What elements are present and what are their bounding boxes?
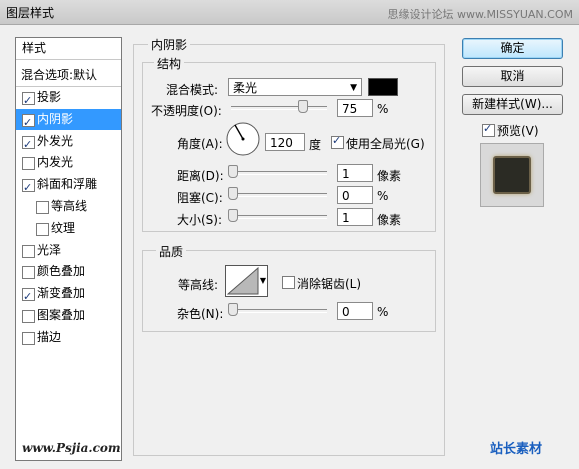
opacity-unit: % xyxy=(377,102,389,116)
angle-unit: 度 xyxy=(309,138,322,152)
noise-slider[interactable] xyxy=(231,309,327,313)
style-item-label: 外发光 xyxy=(37,133,74,148)
style-item[interactable]: 渐变叠加 xyxy=(16,283,121,307)
structure-title: 结构 xyxy=(154,55,185,72)
size-slider[interactable] xyxy=(231,215,327,219)
contour-label: 等高线: xyxy=(178,278,219,292)
chevron-down-icon: ▼ xyxy=(350,83,357,93)
styles-list: 样式 混合选项:默认 投影内阴影外发光内发光斜面和浮雕等高线纹理光泽颜色叠加渐变… xyxy=(15,37,122,461)
choke-label: 阻塞(C): xyxy=(177,191,223,205)
style-item[interactable]: 纹理 xyxy=(16,218,121,239)
blend-mode-value: 柔光 xyxy=(233,81,258,95)
distance-field[interactable]: 1 xyxy=(337,164,373,182)
style-item-label: 渐变叠加 xyxy=(37,286,86,301)
ok-button[interactable]: 确定 xyxy=(462,38,563,59)
style-item-checkbox[interactable] xyxy=(22,331,35,345)
style-item-checkbox[interactable] xyxy=(22,112,35,133)
antialias-label: 消除锯齿(L) xyxy=(297,277,362,291)
size-field[interactable]: 1 xyxy=(337,208,373,226)
preview-checkbox[interactable] xyxy=(482,122,495,137)
contour-picker[interactable]: ▼ xyxy=(225,265,268,297)
noise-unit: % xyxy=(377,305,389,319)
choke-field[interactable]: 0 xyxy=(337,186,373,204)
noise-slider-thumb[interactable] xyxy=(228,303,238,316)
style-item-checkbox[interactable] xyxy=(22,157,35,171)
distance-label: 距离(D): xyxy=(177,169,224,183)
footer-logo: 站长素材 xyxy=(490,442,543,457)
size-unit: 像素 xyxy=(377,213,402,227)
style-item[interactable]: 光泽 xyxy=(16,240,121,261)
contour-preview-icon xyxy=(227,267,259,295)
angle-field[interactable]: 120 xyxy=(265,133,305,151)
noise-label: 杂色(N): xyxy=(177,307,224,321)
style-item-label: 投影 xyxy=(37,90,62,104)
style-item-checkbox[interactable] xyxy=(22,286,35,307)
styles-header-label: 样式 xyxy=(22,41,47,55)
style-item[interactable]: 描边 xyxy=(16,327,121,348)
inner-shadow-title: 内阴影 xyxy=(148,36,191,53)
style-item-checkbox[interactable] xyxy=(36,201,49,214)
style-item-checkbox[interactable] xyxy=(22,310,35,323)
style-item-label: 纹理 xyxy=(51,220,76,235)
new-style-button[interactable]: 新建样式(W)... xyxy=(462,94,563,115)
cancel-button[interactable]: 取消 xyxy=(462,66,563,87)
size-label: 大小(S): xyxy=(177,213,223,227)
opacity-slider-thumb[interactable] xyxy=(298,100,308,113)
style-item-label: 光泽 xyxy=(37,242,62,257)
shadow-color-swatch[interactable] xyxy=(368,78,398,96)
opacity-slider[interactable] xyxy=(231,106,327,110)
style-item-checkbox[interactable] xyxy=(22,177,35,198)
global-light-label: 使用全局光(G) xyxy=(346,137,425,151)
style-item[interactable]: 颜色叠加 xyxy=(16,261,121,282)
style-item-label: 内阴影 xyxy=(37,111,74,126)
style-item[interactable]: 投影 xyxy=(16,87,121,111)
style-item-label: 内发光 xyxy=(37,155,74,170)
chevron-down-icon: ▼ xyxy=(259,276,266,285)
title-bar: 图层样式 思缘设计论坛 www.MISSYUAN.COM xyxy=(0,0,579,25)
styles-header[interactable]: 样式 xyxy=(16,38,121,60)
size-slider-thumb[interactable] xyxy=(228,209,238,222)
style-item[interactable]: 等高线 xyxy=(16,196,121,217)
global-light-checkbox[interactable] xyxy=(331,134,344,149)
window-title: 图层样式 xyxy=(6,6,55,20)
choke-unit: % xyxy=(377,189,389,203)
style-item[interactable]: 外发光 xyxy=(16,131,121,155)
distance-slider[interactable] xyxy=(231,171,327,175)
blend-options-label: 混合选项:默认 xyxy=(21,68,98,82)
style-item[interactable]: 内阴影 xyxy=(16,108,121,133)
style-item-label: 描边 xyxy=(37,329,62,344)
style-item-label: 图案叠加 xyxy=(37,308,86,322)
style-item-checkbox[interactable] xyxy=(22,90,35,111)
style-preview-swatch xyxy=(493,156,531,194)
opacity-label: 不透明度(O): xyxy=(151,104,222,118)
choke-slider[interactable] xyxy=(231,193,327,197)
blend-mode-select[interactable]: 柔光 ▼ xyxy=(228,78,362,96)
style-item-label: 等高线 xyxy=(51,199,88,213)
preview-label: 预览(V) xyxy=(497,124,539,138)
distance-slider-thumb[interactable] xyxy=(228,165,238,178)
quality-title: 品质 xyxy=(156,243,187,260)
angle-label: 角度(A): xyxy=(177,137,223,151)
style-item[interactable]: 斜面和浮雕 xyxy=(16,174,121,198)
style-item[interactable]: 图案叠加 xyxy=(16,305,121,326)
style-item-checkbox[interactable] xyxy=(22,244,35,258)
style-item[interactable]: 内发光 xyxy=(16,152,121,173)
style-item-checkbox[interactable] xyxy=(36,222,49,236)
layer-style-dialog: 图层样式 思缘设计论坛 www.MISSYUAN.COM 样式 混合选项:默认 … xyxy=(0,0,579,469)
style-item-label: 颜色叠加 xyxy=(37,264,86,279)
noise-field[interactable]: 0 xyxy=(337,302,373,320)
blend-mode-label: 混合模式: xyxy=(166,83,219,97)
style-item-checkbox[interactable] xyxy=(22,266,35,280)
opacity-field[interactable]: 75 xyxy=(337,99,373,117)
style-item-checkbox[interactable] xyxy=(22,134,35,155)
style-item-label: 斜面和浮雕 xyxy=(37,177,98,192)
blend-options-item[interactable]: 混合选项:默认 xyxy=(16,65,121,87)
style-preview xyxy=(480,143,544,207)
angle-dial[interactable] xyxy=(225,121,261,157)
distance-unit: 像素 xyxy=(377,169,402,183)
watermark-text: 思缘设计论坛 www.MISSYUAN.COM xyxy=(387,8,573,21)
choke-slider-thumb[interactable] xyxy=(228,187,238,200)
antialias-checkbox[interactable] xyxy=(282,276,295,289)
footer-watermark: www.Psjia.com xyxy=(22,441,121,455)
